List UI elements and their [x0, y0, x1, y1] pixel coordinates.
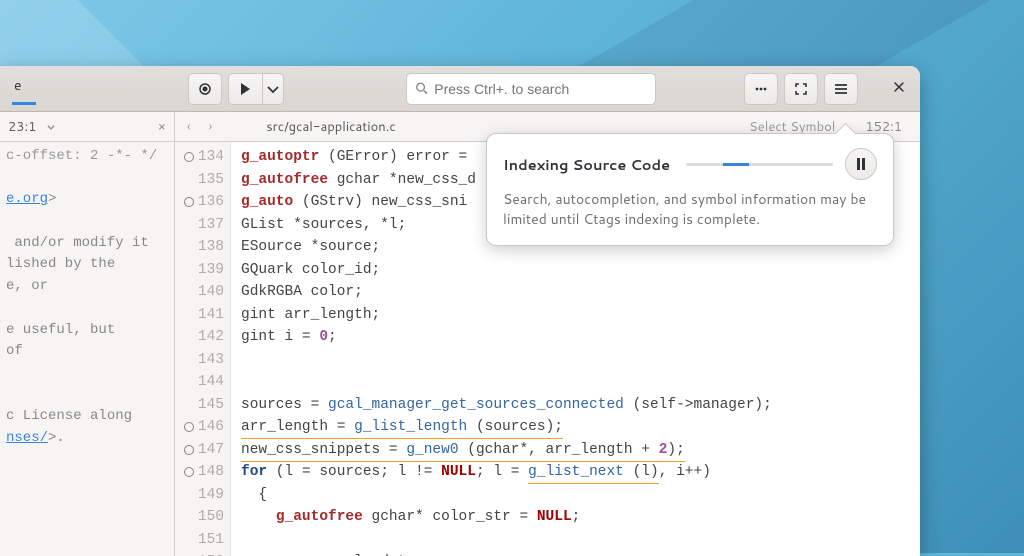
code-line[interactable] [241, 349, 920, 372]
code-line[interactable]: arr_length = g_list_length (sources); [241, 416, 920, 439]
line-number[interactable]: 139 [177, 259, 224, 282]
code-line[interactable]: gint i = 0; [241, 326, 920, 349]
line-number[interactable]: 149 [177, 484, 224, 507]
line-number[interactable]: 145 [177, 394, 224, 417]
secondary-editor[interactable]: c-offset: 2 -*- */ e.org> and/or modify … [0, 142, 175, 556]
search-input-container[interactable] [406, 73, 656, 105]
code-line[interactable]: gint arr_length; [241, 304, 920, 327]
record-button[interactable] [188, 73, 222, 105]
chevron-down-icon [46, 122, 56, 132]
line-number[interactable]: 152 [177, 551, 224, 556]
fullscreen-icon [793, 81, 809, 97]
dots-icon [753, 81, 769, 97]
play-icon [237, 81, 253, 97]
record-icon [197, 81, 213, 97]
line-number[interactable]: 137 [177, 214, 224, 237]
nav-forward-button[interactable]: › [205, 118, 217, 136]
popup-title: Indexing Source Code [503, 154, 670, 175]
progress-fill [723, 163, 749, 166]
sidebar-position: 23:1 [8, 118, 36, 136]
menu-button[interactable] [824, 73, 858, 105]
line-number[interactable]: 136 [177, 191, 224, 214]
breakpoint-icon[interactable] [184, 445, 194, 455]
chevron-down-icon [265, 81, 281, 97]
search-icon [415, 81, 429, 96]
line-number[interactable]: 141 [177, 304, 224, 327]
notifications-button[interactable] [744, 73, 778, 105]
code-line[interactable]: g_autofree gchar* color_str = NULL; [241, 506, 920, 529]
code-line[interactable]: source = l->data; [241, 551, 920, 556]
window-close-button[interactable] [884, 77, 914, 100]
line-gutter[interactable]: 1341351361371381391401411421431441451461… [175, 142, 231, 556]
run-button-group [228, 73, 284, 105]
file-path: src/gcal-application.c [266, 118, 396, 136]
line-number[interactable]: 150 [177, 506, 224, 529]
code-line[interactable]: sources = gcal_manager_get_sources_conne… [241, 394, 920, 417]
pause-icon [856, 158, 866, 170]
run-menu-button[interactable] [262, 73, 284, 105]
fullscreen-button[interactable] [784, 73, 818, 105]
line-number[interactable]: 138 [177, 236, 224, 259]
pause-button[interactable] [845, 148, 877, 180]
nav-back-button[interactable]: ‹ [183, 118, 195, 136]
run-button[interactable] [228, 73, 262, 105]
code-line[interactable]: GQuark color_id; [241, 259, 920, 282]
line-number[interactable]: 134 [177, 146, 224, 169]
line-number[interactable]: 148 [177, 461, 224, 484]
open-file-tab[interactable]: e [12, 73, 36, 105]
breakpoint-icon[interactable] [184, 467, 194, 477]
progress-bar [686, 163, 833, 166]
breakpoint-icon[interactable] [184, 422, 194, 432]
indexing-popup: Indexing Source Code Search, autocomplet… [486, 133, 894, 246]
line-number[interactable]: 144 [177, 371, 224, 394]
close-icon [892, 80, 906, 94]
code-line[interactable]: { [241, 484, 920, 507]
code-line[interactable] [241, 529, 920, 552]
line-number[interactable]: 143 [177, 349, 224, 372]
search-input[interactable] [434, 81, 646, 97]
line-number[interactable]: 147 [177, 439, 224, 462]
line-number[interactable]: 146 [177, 416, 224, 439]
sidebar-tab[interactable]: 23:1 × [0, 112, 175, 141]
code-line[interactable] [241, 371, 920, 394]
line-number[interactable]: 135 [177, 169, 224, 192]
line-number[interactable]: 140 [177, 281, 224, 304]
breakpoint-icon[interactable] [184, 152, 194, 162]
popup-description: Search, autocompletion, and symbol infor… [503, 190, 877, 229]
line-number[interactable]: 151 [177, 529, 224, 552]
breakpoint-icon[interactable] [184, 197, 194, 207]
sidebar-close-button[interactable]: × [158, 118, 166, 136]
code-line[interactable]: new_css_snippets = g_new0 (gchar*, arr_l… [241, 439, 920, 462]
line-number[interactable]: 142 [177, 326, 224, 349]
hamburger-icon [833, 81, 849, 97]
code-line[interactable]: for (l = sources; l != NULL; l = g_list_… [241, 461, 920, 484]
headerbar: e [0, 66, 920, 112]
code-line[interactable]: GdkRGBA color; [241, 281, 920, 304]
